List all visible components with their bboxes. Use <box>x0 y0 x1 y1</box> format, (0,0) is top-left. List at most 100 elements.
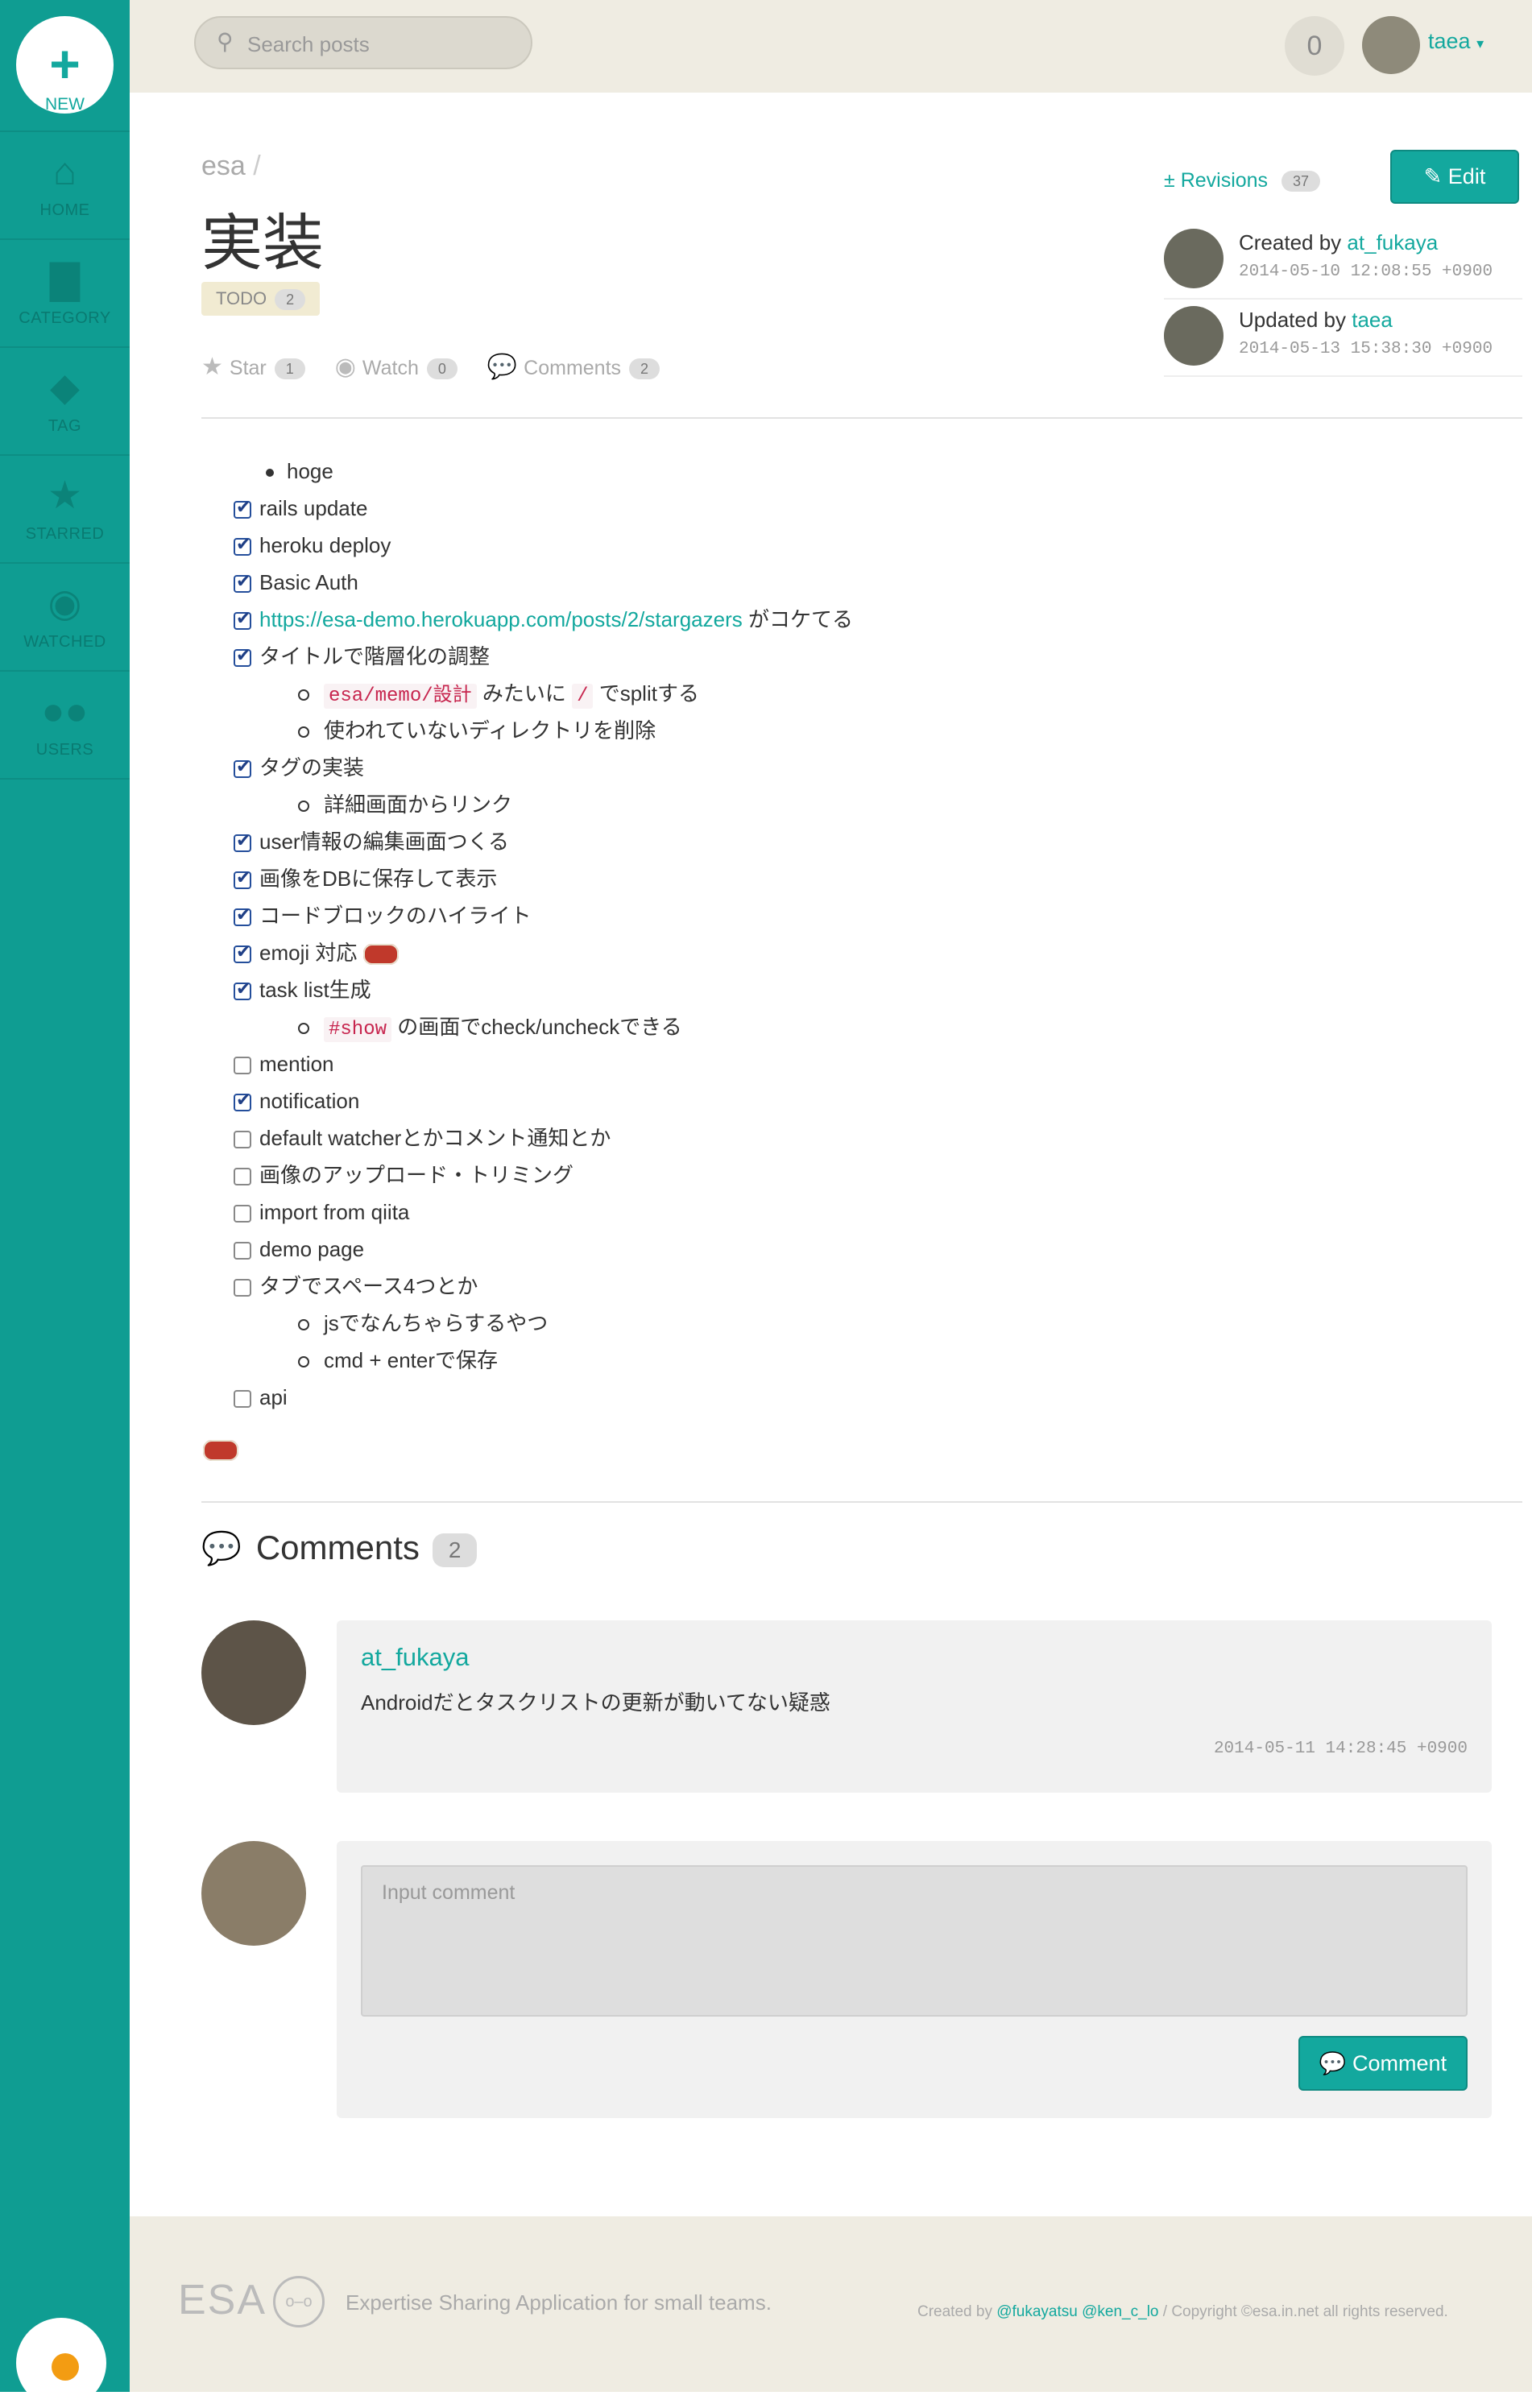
list-item: cmd + enterで保存 <box>234 1344 1490 1381</box>
created-by: Created by at_fukaya 2014-05-10 12:08:55… <box>1164 221 1522 300</box>
sidebar-item-tag[interactable]: ◆ TAG <box>0 346 130 454</box>
breadcrumb: esa / <box>201 151 261 182</box>
sidebar-item-category[interactable]: ▇ CATEGORY <box>0 238 130 346</box>
plus-icon: + <box>49 34 81 93</box>
sidebar-item-label: CATEGORY <box>19 309 111 327</box>
task-checkbox[interactable] <box>234 899 251 931</box>
task-item: Basic Auth <box>234 565 1490 603</box>
task-checkbox[interactable] <box>234 1168 251 1186</box>
task-checkbox[interactable] <box>234 1279 251 1297</box>
footer-logo: ESA <box>178 2277 267 2323</box>
folder-icon: ▇ <box>50 259 80 301</box>
task-item: emoji 対応 <box>234 936 1490 974</box>
task-checkbox[interactable] <box>234 825 251 857</box>
avatar[interactable] <box>1164 229 1224 288</box>
list-item: jsでなんちゃらするやつ <box>234 1307 1490 1344</box>
tag-icon: ◆ <box>50 366 80 409</box>
task-item: rails update <box>234 491 1490 529</box>
author-link[interactable]: @ken_c_lo <box>1082 2303 1158 2320</box>
search-box[interactable]: ⚲ <box>194 16 532 69</box>
page-title: 実装 <box>201 209 324 278</box>
search-input[interactable] <box>246 29 515 60</box>
task-checkbox[interactable] <box>234 751 251 783</box>
sidebar-item-label: HOME <box>39 201 90 219</box>
task-checkbox[interactable] <box>234 639 251 672</box>
eye-icon: ◉ <box>48 582 82 625</box>
divider <box>201 1501 1522 1503</box>
current-user-avatar[interactable] <box>201 1841 306 1946</box>
new-label: NEW <box>45 95 85 114</box>
divider <box>201 417 1522 419</box>
task-checkbox[interactable] <box>234 936 251 968</box>
comment-form: 💬 Comment <box>337 1841 1492 2118</box>
task-item: api <box>234 1381 1490 1418</box>
comment-avatar[interactable] <box>201 1620 306 1725</box>
sidebar: + NEW ⌂ HOME ▇ CATEGORY ◆ TAG ★ STARRED … <box>0 0 130 2408</box>
user-menu[interactable]: taea ▾ <box>1428 29 1484 54</box>
comment-text: Androidだとタスクリストの更新が動いてない疑惑 <box>361 1690 830 1715</box>
sidebar-item-starred[interactable]: ★ STARRED <box>0 454 130 562</box>
eye-icon: ◉ <box>334 354 356 380</box>
list-item: 詳細画面からリンク <box>234 788 1490 825</box>
comment-submit-button[interactable]: 💬 Comment <box>1298 2036 1468 2091</box>
comment-input[interactable] <box>361 1865 1468 2017</box>
tag-count: 2 <box>275 289 306 311</box>
sidebar-item-label: USERS <box>35 741 94 759</box>
edit-button[interactable]: ✎ Edit <box>1390 150 1519 204</box>
stargazers-link[interactable]: https://esa-demo.herokuapp.com/posts/2/s… <box>259 607 743 631</box>
list-item: #show の画面でcheck/uncheckできる <box>234 1011 1490 1048</box>
revisions-link[interactable]: ± Revisions 37 <box>1164 169 1321 192</box>
task-item: task list生成 <box>234 973 1490 1011</box>
task-item: demo page <box>234 1233 1490 1270</box>
task-checkbox[interactable] <box>234 528 251 561</box>
comments-label: Comments <box>524 357 622 379</box>
comments-heading: 💬 Comments 2 <box>201 1529 478 1567</box>
comments-link[interactable]: 💬 Comments 2 <box>487 354 660 380</box>
task-item: コードブロックのハイライト <box>234 899 1490 937</box>
updated-user-link[interactable]: taea <box>1352 308 1393 332</box>
task-checkbox[interactable] <box>234 1084 251 1116</box>
comment-submit-label: Comment <box>1352 2051 1447 2075</box>
star-button[interactable]: ★ Star 1 <box>201 354 305 380</box>
avatar[interactable] <box>1164 306 1224 366</box>
task-checkbox[interactable] <box>234 1242 251 1260</box>
sidebar-item-label: WATCHED <box>23 633 106 651</box>
comment-author-link[interactable]: at_fukaya <box>361 1643 469 1672</box>
comments-heading-count: 2 <box>432 1533 478 1567</box>
task-checkbox[interactable] <box>234 1057 251 1075</box>
created-user-link[interactable]: at_fukaya <box>1347 230 1438 254</box>
author-link[interactable]: @fukayatsu <box>996 2303 1078 2320</box>
esa-mascot-logo <box>16 2318 106 2408</box>
footer: ESA o‒o Expertise Sharing Application fo… <box>130 2216 1532 2392</box>
created-by-line: Created by at_fukaya <box>1239 230 1438 255</box>
sidebar-item-watched[interactable]: ◉ WATCHED <box>0 562 130 670</box>
mascot-icon: o‒o <box>273 2276 325 2327</box>
notification-badge[interactable]: 0 <box>1285 16 1344 76</box>
task-checkbox[interactable] <box>234 491 251 523</box>
task-item: mention <box>234 1048 1490 1085</box>
user-avatar[interactable] <box>1362 16 1420 74</box>
sidebar-item-users[interactable]: ●● USERS <box>0 670 130 780</box>
task-checkbox[interactable] <box>234 1390 251 1409</box>
sidebar-item-home[interactable]: ⌂ HOME <box>0 130 130 238</box>
task-checkbox[interactable] <box>234 973 251 1005</box>
sushi-emoji-icon <box>362 942 401 967</box>
task-checkbox[interactable] <box>234 862 251 894</box>
updated-time: 2014-05-13 15:38:30 +0900 <box>1239 340 1493 358</box>
created-time: 2014-05-10 12:08:55 +0900 <box>1239 263 1493 281</box>
breadcrumb-category[interactable]: esa <box>201 151 246 181</box>
task-checkbox[interactable] <box>234 602 251 635</box>
watch-button[interactable]: ◉ Watch 0 <box>334 354 458 380</box>
task-item: 画像のアップロード・トリミング <box>234 1159 1490 1196</box>
task-checkbox[interactable] <box>234 1131 251 1149</box>
task-item: notification <box>234 1084 1490 1122</box>
star-icon: ★ <box>47 474 83 517</box>
tag-badge[interactable]: TODO 2 <box>201 282 321 316</box>
caret-down-icon: ▾ <box>1476 35 1484 52</box>
copyright: Copyright ©esa.in.net all rights reserve… <box>1171 2303 1448 2320</box>
task-checkbox[interactable] <box>234 1205 251 1223</box>
footer-credits: Created by @fukayatsu @ken_c_lo / Copyri… <box>917 2303 1448 2320</box>
task-item: default watcherとかコメント通知とか <box>234 1122 1490 1159</box>
task-checkbox[interactable] <box>234 565 251 598</box>
new-post-button[interactable]: + NEW <box>16 16 114 114</box>
